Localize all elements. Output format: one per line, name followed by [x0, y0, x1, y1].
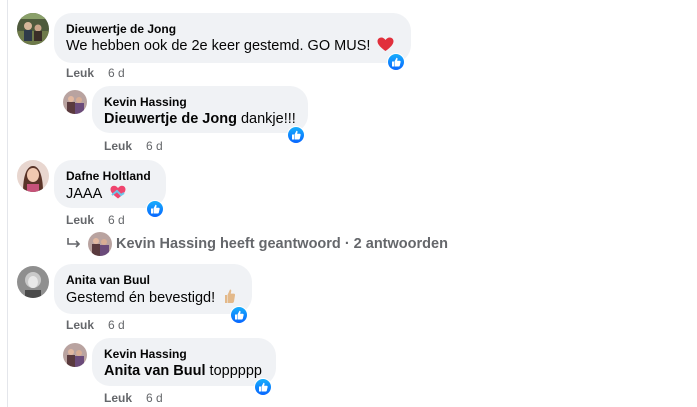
comment-bubble: Kevin Hassing Anita van Buul toppppp [92, 338, 276, 386]
avatar[interactable] [17, 266, 49, 298]
like-reaction-badge[interactable] [254, 378, 272, 396]
timestamp[interactable]: 6 d [146, 391, 163, 405]
comment-bubble: Anita van Buul Gestemd én bevestigd! [54, 264, 252, 314]
comment-author[interactable]: Dafne Holtland [66, 168, 154, 184]
thumbs-up-icon [151, 204, 160, 214]
comment-meta: Leuk 6 d [66, 213, 125, 227]
thumbs-up-icon [392, 57, 401, 67]
like-reaction-badge[interactable] [387, 53, 405, 71]
avatar [88, 232, 112, 256]
comment-author[interactable]: Anita van Buul [66, 272, 240, 288]
mention-link[interactable]: Dieuwertje de Jong [104, 111, 237, 127]
comment-meta: Leuk 6 d [104, 391, 163, 405]
timestamp[interactable]: 6 d [108, 66, 125, 80]
like-reaction-badge[interactable] [146, 200, 164, 218]
avatar[interactable] [63, 90, 87, 114]
mention-link[interactable]: Anita van Buul [104, 363, 206, 379]
like-reaction-badge[interactable] [287, 126, 305, 144]
comment-meta: Leuk 6 d [66, 318, 125, 332]
like-link[interactable]: Leuk [104, 391, 132, 405]
comment-author[interactable]: Kevin Hassing [104, 346, 264, 362]
timestamp[interactable]: 6 d [108, 318, 125, 332]
thumbs-up-icon [259, 382, 268, 392]
comment-meta: Leuk 6 d [104, 139, 163, 153]
comment-text: toppppp [209, 363, 262, 379]
replies-summary: Kevin Hassing heeft geantwoord · 2 antwo… [116, 236, 448, 252]
thumbs-up-icon [292, 130, 301, 140]
view-replies-link[interactable]: Kevin Hassing heeft geantwoord · 2 antwo… [66, 232, 448, 256]
comment-author[interactable]: Kevin Hassing [104, 94, 296, 110]
reply-arrow-icon [66, 237, 82, 251]
like-link[interactable]: Leuk [66, 66, 94, 80]
avatar[interactable] [63, 343, 87, 367]
like-link[interactable]: Leuk [104, 139, 132, 153]
thumbs-up-icon [235, 310, 244, 320]
comment-text: JAAA [66, 186, 102, 202]
timestamp[interactable]: 6 d [108, 213, 125, 227]
like-link[interactable]: Leuk [66, 318, 94, 332]
thread-line [7, 0, 8, 407]
comment-text: Gestemd én bevestigd! [66, 290, 216, 306]
avatar[interactable] [17, 160, 49, 192]
comment-bubble: Dieuwertje de Jong We hebben ook de 2e k… [54, 13, 411, 63]
comment-author[interactable]: Dieuwertje de Jong [66, 21, 399, 37]
comment-text: We hebben ook de 2e keer gestemd. GO MUS… [66, 38, 371, 54]
comment-bubble: Kevin Hassing Dieuwertje de Jong dankje!… [92, 86, 308, 133]
like-reaction-badge[interactable] [230, 306, 248, 324]
comment-text: dankje!!! [240, 111, 296, 127]
like-link[interactable]: Leuk [66, 213, 94, 227]
avatar[interactable] [17, 13, 49, 45]
heart-with-ribbon-icon [109, 184, 127, 206]
timestamp[interactable]: 6 d [146, 139, 163, 153]
comment-meta: Leuk 6 d [66, 66, 125, 80]
